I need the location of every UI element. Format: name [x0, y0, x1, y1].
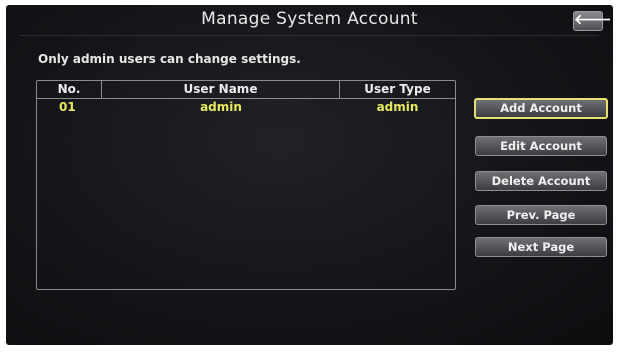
- next-page-button[interactable]: Next Page: [475, 237, 607, 257]
- column-header-no: No.: [37, 81, 102, 98]
- screen: Manage System Account 🡐 Only admin users…: [6, 5, 613, 345]
- edit-account-button[interactable]: Edit Account: [475, 136, 607, 156]
- table-row[interactable]: 01 admin admin: [37, 100, 455, 116]
- admin-notice: Only admin users can change settings.: [38, 52, 301, 66]
- cell-no: 01: [59, 100, 76, 114]
- column-header-user-name: User Name: [102, 81, 340, 98]
- add-account-button[interactable]: Add Account: [474, 98, 608, 119]
- page-title: Manage System Account: [201, 9, 418, 29]
- cell-user-type: admin: [376, 100, 419, 114]
- account-table: No. User Name User Type 01 admin admin: [36, 80, 456, 290]
- back-button[interactable]: 🡐: [573, 11, 612, 31]
- column-header-user-type: User Type: [364, 82, 431, 96]
- prev-page-button[interactable]: Prev. Page: [475, 205, 607, 225]
- title-divider: [20, 35, 599, 36]
- back-arrow-icon: 🡐: [574, 12, 612, 28]
- table-header: No. User Name User Type: [37, 81, 455, 99]
- cell-user-name: admin: [200, 100, 242, 114]
- delete-account-button[interactable]: Delete Account: [475, 171, 607, 191]
